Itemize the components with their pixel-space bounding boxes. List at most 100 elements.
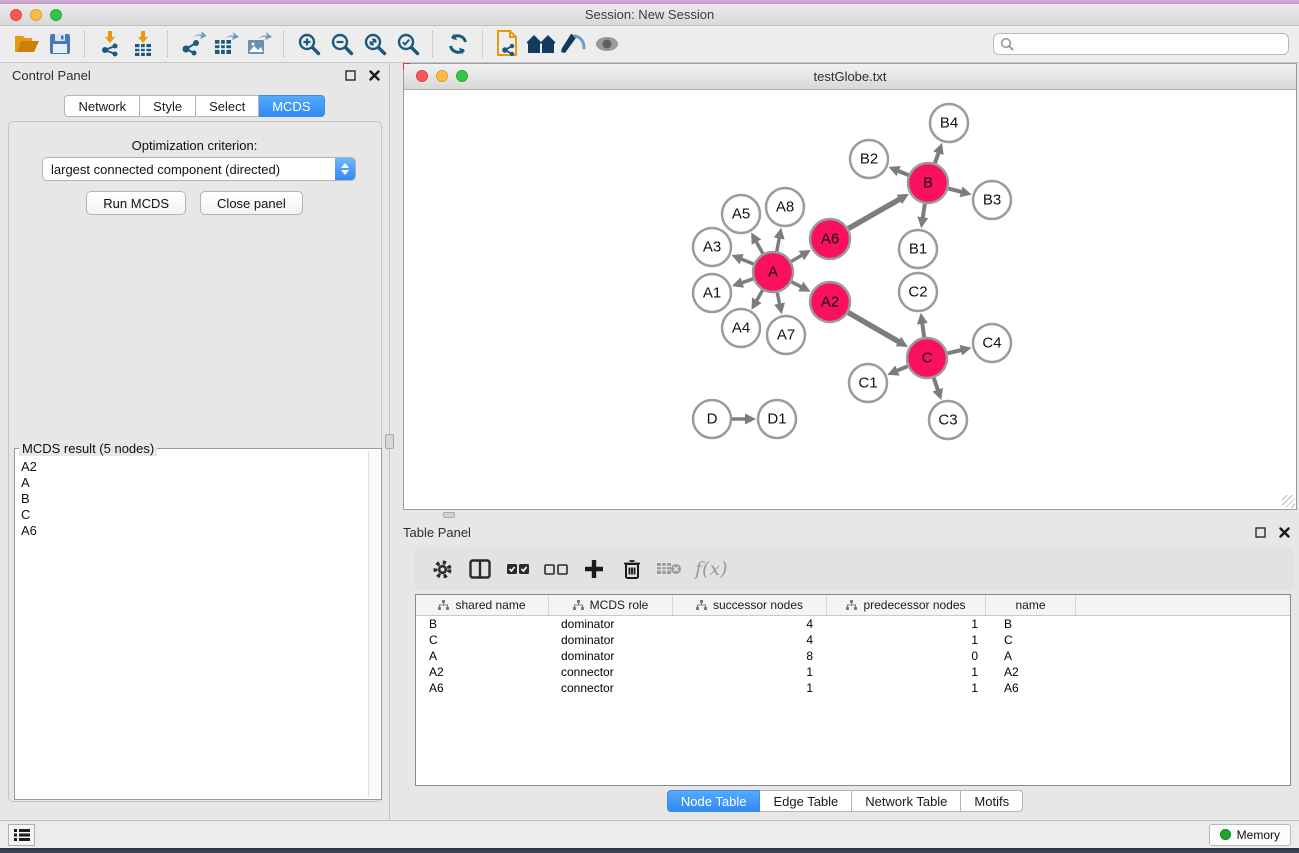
table-cell[interactable]: A2	[416, 665, 549, 679]
show-hide-details-button[interactable]	[590, 29, 623, 59]
column-header-mcds-role[interactable]: MCDS role	[549, 595, 673, 615]
table-options-button[interactable]	[425, 553, 459, 585]
mcds-result-item[interactable]: A2	[17, 459, 368, 475]
column-header-shared-name[interactable]: shared name	[416, 595, 549, 615]
tab-style[interactable]: Style	[140, 95, 196, 117]
search-input[interactable]	[1014, 37, 1282, 51]
table-cell[interactable]: 0	[827, 649, 986, 663]
minimize-window-button[interactable]	[30, 9, 42, 21]
mcds-result-item[interactable]: A6	[17, 523, 368, 539]
close-window-button[interactable]	[10, 9, 22, 21]
zoom-in-button[interactable]	[292, 29, 325, 59]
table-cell[interactable]: C	[416, 633, 549, 647]
table-cell[interactable]: 1	[827, 681, 986, 695]
graph-edge-A6-B[interactable]	[848, 198, 901, 228]
export-table-button[interactable]	[209, 29, 242, 59]
cyndex-browser-button[interactable]	[524, 29, 557, 59]
graph-edge-A-A6[interactable]	[791, 255, 803, 262]
mcds-result-item[interactable]: A	[17, 475, 368, 491]
table-cell[interactable]: A	[986, 649, 1076, 663]
mcds-result-scrollbar[interactable]	[368, 451, 379, 797]
open-session-button[interactable]	[10, 29, 43, 59]
network-zoom-button[interactable]	[456, 70, 468, 82]
table-cell[interactable]: B	[986, 617, 1076, 631]
table-cell[interactable]: 1	[673, 665, 827, 679]
run-mcds-button[interactable]: Run MCDS	[86, 191, 186, 215]
table-row[interactable]: Bdominator41B	[416, 616, 1290, 632]
float-table-panel-button[interactable]	[1253, 525, 1267, 539]
close-panel-action-button[interactable]: Close panel	[200, 191, 303, 215]
table-cell[interactable]: B	[416, 617, 549, 631]
table-cell[interactable]: dominator	[549, 633, 673, 647]
graph-edge-C-C4[interactable]	[947, 350, 962, 354]
tab-motifs[interactable]: Motifs	[961, 790, 1023, 812]
tab-network[interactable]: Network	[64, 95, 140, 117]
import-table-button[interactable]	[126, 29, 159, 59]
table-cell[interactable]: 4	[673, 617, 827, 631]
import-network-button[interactable]	[93, 29, 126, 59]
zoom-selected-button[interactable]	[391, 29, 424, 59]
column-header-predecessor-nodes[interactable]: predecessor nodes	[827, 595, 986, 615]
table-cell[interactable]: 4	[673, 633, 827, 647]
refresh-button[interactable]	[441, 29, 474, 59]
add-column-button[interactable]	[577, 553, 611, 585]
column-header-successor-nodes[interactable]: successor nodes	[673, 595, 827, 615]
window-resize-grip[interactable]	[1282, 495, 1295, 508]
table-row[interactable]: Adominator80A	[416, 648, 1290, 664]
close-table-panel-button[interactable]	[1277, 525, 1291, 539]
export-network-button[interactable]	[176, 29, 209, 59]
mcds-result-item[interactable]: C	[17, 507, 368, 523]
mcds-result-item[interactable]: B	[17, 491, 368, 507]
graph-edge-B-B1[interactable]	[922, 204, 924, 220]
table-cell[interactable]: 1	[827, 617, 986, 631]
graph-edge-A-A5[interactable]	[755, 240, 762, 253]
horizontal-split-handle[interactable]	[443, 512, 455, 518]
table-cell[interactable]: dominator	[549, 617, 673, 631]
table-cell[interactable]: A6	[986, 681, 1076, 695]
table-row[interactable]: A6connector11A6	[416, 680, 1290, 696]
close-panel-button[interactable]	[367, 68, 381, 82]
memory-button[interactable]: Memory	[1209, 824, 1291, 846]
criterion-dropdown[interactable]: largest connected component (directed)	[42, 157, 356, 181]
graph-edge-A-A3[interactable]	[740, 258, 754, 264]
graph-edge-A-A8[interactable]	[777, 237, 780, 252]
graph-edge-A-A1[interactable]	[740, 279, 753, 283]
float-panel-button[interactable]	[343, 68, 357, 82]
graph-edge-C-C3[interactable]	[934, 378, 939, 392]
search-field[interactable]	[993, 33, 1289, 55]
table-cell[interactable]: dominator	[549, 649, 673, 663]
tab-edge-table[interactable]: Edge Table	[760, 790, 852, 812]
export-image-button[interactable]	[242, 29, 275, 59]
function-builder-button[interactable]: f(x)	[695, 558, 728, 580]
zoom-fit-button[interactable]	[358, 29, 391, 59]
table-row[interactable]: A2connector11A2	[416, 664, 1290, 680]
delete-column-button[interactable]	[615, 553, 649, 585]
delete-table-button[interactable]	[653, 553, 687, 585]
network-from-file-button[interactable]	[491, 29, 524, 59]
table-row[interactable]: Cdominator41C	[416, 632, 1290, 648]
network-minimize-button[interactable]	[436, 70, 448, 82]
network-canvas[interactable]: B4B2BB3A8A5A6A3B1AC2A1A2A4A7C4CC1C3DD1	[404, 90, 1296, 509]
vertical-split-handle[interactable]	[385, 434, 394, 449]
tab-mcds[interactable]: MCDS	[259, 95, 324, 117]
table-cell[interactable]: 8	[673, 649, 827, 663]
column-header-name[interactable]: name	[986, 595, 1076, 615]
table-cell[interactable]: A	[416, 649, 549, 663]
horizontal-split-divider[interactable]	[391, 510, 1299, 520]
zoom-out-button[interactable]	[325, 29, 358, 59]
graph-edge-A2-C[interactable]	[848, 312, 900, 342]
select-all-button[interactable]	[501, 553, 535, 585]
table-cell[interactable]: A6	[416, 681, 549, 695]
tab-network-table[interactable]: Network Table	[852, 790, 961, 812]
table-cell[interactable]: 1	[827, 665, 986, 679]
table-cell[interactable]: 1	[827, 633, 986, 647]
graph-edge-C-C2[interactable]	[922, 322, 924, 337]
table-cell[interactable]: A2	[986, 665, 1076, 679]
tab-select[interactable]: Select	[196, 95, 259, 117]
show-column-button[interactable]	[463, 553, 497, 585]
table-cell[interactable]: 1	[673, 681, 827, 695]
tab-node-table[interactable]: Node Table	[667, 790, 761, 812]
table-cell[interactable]: C	[986, 633, 1076, 647]
show-graphics-details-button[interactable]	[557, 29, 590, 59]
table-cell[interactable]: connector	[549, 665, 673, 679]
